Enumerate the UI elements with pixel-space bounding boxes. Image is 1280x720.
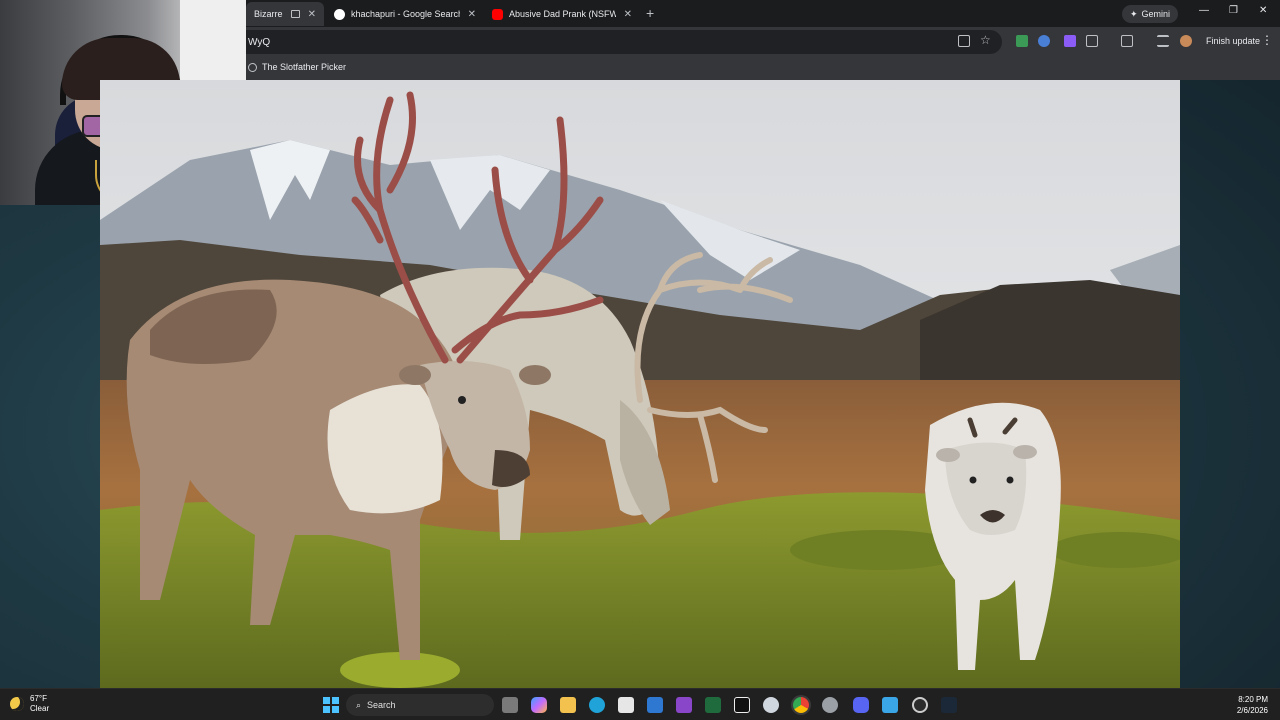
tab-search-icon[interactable]: [291, 10, 300, 18]
extension-green-icon[interactable]: [1016, 35, 1028, 47]
widgets-icon[interactable]: [502, 697, 518, 713]
tab-strip: Bizarre Isla ✕ khachapuri - Google Searc…: [246, 0, 1280, 27]
close-window-button[interactable]: ✕: [1259, 5, 1267, 16]
install-app-icon[interactable]: [958, 35, 970, 47]
windows-taskbar: 67°F Clear ⌕ Search 8:20 PM 2/6/2026: [0, 688, 1280, 720]
tab-label: khachapuri - Google Search: [351, 9, 460, 19]
start-button[interactable]: [323, 697, 339, 713]
settings-icon[interactable]: [822, 697, 838, 713]
youtube-icon: [492, 8, 503, 20]
reindeer-scene: [100, 80, 1180, 688]
side-panel-icon[interactable]: [1121, 35, 1133, 47]
close-tab-icon[interactable]: ✕: [624, 9, 632, 20]
gemini-button[interactable]: ✦ Gemini: [1122, 5, 1179, 23]
steam-icon[interactable]: [941, 697, 957, 713]
excel-icon[interactable]: [705, 697, 721, 713]
reading-list-icon[interactable]: [1157, 35, 1169, 47]
extension-audio-icon[interactable]: [1038, 35, 1050, 47]
new-tab-button[interactable]: +: [646, 5, 654, 21]
capcut-icon[interactable]: [734, 697, 750, 713]
outlook-icon[interactable]: [647, 697, 663, 713]
tor-icon[interactable]: [676, 697, 692, 713]
tab-label: Bizarre Isla: [254, 9, 285, 19]
tab-label: Abusive Dad Prank (NSFW) - Yo: [509, 9, 616, 19]
bookmark-label: The Slotfather Picker: [262, 62, 347, 72]
restore-button[interactable]: ❐: [1229, 5, 1238, 16]
reindeer-photo: [100, 80, 1180, 688]
ccleaner-icon[interactable]: [763, 697, 779, 713]
moon-icon: [10, 697, 24, 711]
desktop: Bizarre Isla ✕ khachapuri - Google Searc…: [0, 0, 1280, 720]
copilot-icon[interactable]: [531, 697, 547, 713]
clock-time: 8:20 PM: [1238, 695, 1268, 704]
clock-date: 2/6/2026: [1236, 706, 1268, 715]
address-bar[interactable]: WyQ: [246, 30, 1002, 54]
minimize-button[interactable]: —: [1199, 5, 1209, 16]
extension-purple-icon[interactable]: [1064, 35, 1076, 47]
menu-kebab-icon[interactable]: ⋮: [1261, 33, 1273, 47]
bookmarks-bar: The Slotfather Picker: [246, 57, 1280, 80]
gemini-label: Gemini: [1141, 9, 1171, 19]
browser-toolbar: WyQ ☆ Finish update ⋮: [246, 27, 1280, 57]
address-text: WyQ: [248, 36, 271, 48]
chrome-icon[interactable]: [793, 697, 809, 713]
bookmark-star-icon[interactable]: ☆: [980, 33, 992, 47]
obs-icon[interactable]: [912, 697, 928, 713]
browser-window: Bizarre Isla ✕ khachapuri - Google Searc…: [246, 0, 1280, 80]
edge-icon[interactable]: [589, 697, 605, 713]
profile-avatar[interactable]: [1180, 35, 1192, 47]
tab-youtube[interactable]: Abusive Dad Prank (NSFW) - Yo ✕: [484, 2, 640, 26]
finish-update-button[interactable]: Finish update: [1206, 36, 1260, 46]
system-clock[interactable]: 8:20 PM 2/6/2026: [1237, 694, 1268, 716]
search-label: Search: [367, 700, 396, 710]
paint-icon[interactable]: [882, 697, 898, 713]
extensions-puzzle-icon[interactable]: [1086, 35, 1098, 47]
weather-condition: Clear: [30, 704, 50, 713]
folder-icon[interactable]: [560, 697, 576, 713]
globe-icon: [248, 62, 257, 72]
sparkle-icon: ✦: [1130, 8, 1138, 19]
google-icon: [334, 8, 345, 20]
search-icon: ⌕: [356, 699, 362, 710]
discord-icon[interactable]: [853, 697, 869, 713]
weather-temp: 67°F: [30, 694, 47, 703]
close-tab-icon[interactable]: ✕: [308, 9, 316, 20]
tab-khachapuri[interactable]: khachapuri - Google Search ✕: [326, 2, 484, 26]
weather-widget[interactable]: 67°F Clear: [10, 694, 49, 714]
store-icon[interactable]: [618, 697, 634, 713]
bookmark-slotfather[interactable]: The Slotfather Picker: [248, 62, 346, 72]
tab-bizarre-island[interactable]: Bizarre Isla ✕: [246, 2, 324, 26]
close-tab-icon[interactable]: ✕: [468, 9, 476, 20]
taskbar-search[interactable]: ⌕ Search: [346, 694, 494, 716]
